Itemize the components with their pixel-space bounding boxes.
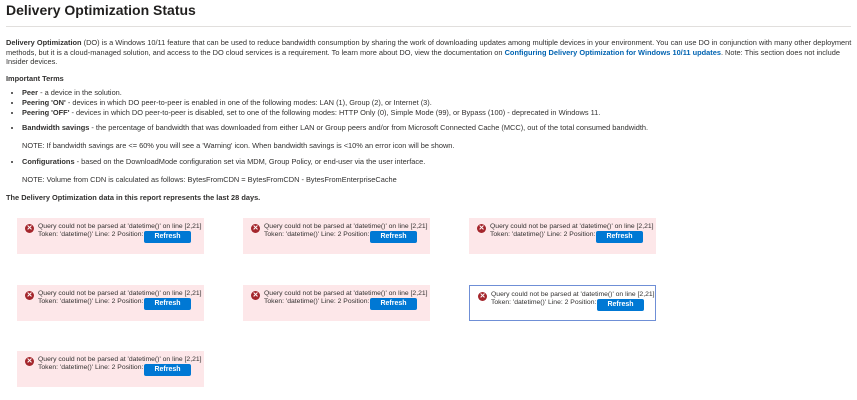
error-circle-icon: ✕ (251, 224, 260, 233)
error-token: Token: 'datetime()' Line: 2 Position: 21 (38, 364, 153, 371)
term-configurations: Configurations - based on the DownloadMo… (22, 157, 854, 167)
error-circle-icon: ✕ (478, 292, 487, 301)
error-tile-4: ✕ Query could not be parsed at 'datetime… (17, 285, 204, 321)
intro-lead: Delivery Optimization (6, 38, 82, 47)
error-circle-icon: ✕ (477, 224, 486, 233)
term-peer-label: Peer (22, 88, 39, 98)
refresh-button[interactable]: Refresh (370, 298, 417, 310)
error-message: Query could not be parsed at 'datetime()… (38, 290, 202, 297)
configurations-note: NOTE: Volume from CDN is calculated as f… (22, 174, 397, 184)
error-message: Query could not be parsed at 'datetime()… (38, 356, 202, 363)
term-peer: Peer - a device in the solution. (22, 88, 854, 98)
term-bandwidth-text: - the percentage of bandwidth that was d… (89, 123, 649, 133)
do-documentation-link[interactable]: Configuring Delivery Optimization for Wi… (505, 48, 721, 57)
refresh-button[interactable]: Refresh (597, 299, 644, 311)
term-bandwidth-savings: Bandwidth savings - the percentage of ba… (22, 123, 854, 133)
error-circle-icon: ✕ (25, 291, 34, 300)
error-message: Query could not be parsed at 'datetime()… (38, 223, 202, 230)
term-peering-off-text: - devices in which DO peer-to-peer is di… (69, 107, 601, 117)
error-message: Query could not be parsed at 'datetime()… (264, 290, 428, 297)
important-terms-heading: Important Terms (6, 73, 64, 83)
page-title: Delivery Optimization Status (6, 2, 196, 18)
error-tile-7: ✕ Query could not be parsed at 'datetime… (17, 351, 204, 387)
term-peer-text: - a device in the solution. (38, 88, 122, 98)
term-peering-off: Peering 'OFF' - devices in which DO peer… (22, 108, 854, 118)
term-peering-on-label: Peering 'ON' (22, 97, 66, 107)
refresh-button[interactable]: Refresh (144, 231, 191, 243)
error-message: Query could not be parsed at 'datetime()… (490, 223, 654, 230)
error-tile-6-selected[interactable]: ✕ Query could not be parsed at 'datetime… (469, 285, 656, 321)
refresh-button[interactable]: Refresh (144, 298, 191, 310)
terms-list-2: Bandwidth savings - the percentage of ba… (6, 123, 854, 133)
data-range-note: The Delivery Optimization data in this r… (6, 192, 261, 202)
error-token: Token: 'datetime()' Line: 2 Position: 21 (491, 299, 606, 306)
error-token: Token: 'datetime()' Line: 2 Position: 21 (264, 231, 379, 238)
error-tile-1: ✕ Query could not be parsed at 'datetime… (17, 218, 204, 254)
title-divider (6, 26, 851, 27)
error-circle-icon: ✕ (251, 291, 260, 300)
term-peering-off-label: Peering 'OFF' (22, 107, 70, 117)
intro-paragraph: Delivery Optimization (DO) is a Windows … (6, 38, 854, 67)
error-tile-2: ✕ Query could not be parsed at 'datetime… (243, 218, 430, 254)
term-configurations-text: - based on the DownloadMode configuratio… (74, 157, 426, 167)
term-peering-on: Peering 'ON' - devices in which DO peer-… (22, 98, 854, 108)
term-configurations-label: Configurations (22, 157, 75, 167)
refresh-button[interactable]: Refresh (596, 231, 643, 243)
refresh-button[interactable]: Refresh (144, 364, 191, 376)
term-bandwidth-label: Bandwidth savings (22, 123, 90, 133)
error-token: Token: 'datetime()' Line: 2 Position: 21 (38, 298, 153, 305)
error-tile-3: ✕ Query could not be parsed at 'datetime… (469, 218, 656, 254)
error-circle-icon: ✕ (25, 357, 34, 366)
report-description: Delivery Optimization (DO) is a Windows … (6, 38, 854, 202)
bandwidth-note: NOTE: If bandwidth savings are <= 60% yo… (22, 140, 455, 150)
terms-list-3: Configurations - based on the DownloadMo… (6, 157, 854, 167)
error-token: Token: 'datetime()' Line: 2 Position: 21 (264, 298, 379, 305)
error-tile-5: ✕ Query could not be parsed at 'datetime… (243, 285, 430, 321)
error-token: Token: 'datetime()' Line: 2 Position: 21 (490, 231, 605, 238)
error-circle-icon: ✕ (25, 224, 34, 233)
error-message: Query could not be parsed at 'datetime()… (491, 291, 655, 298)
terms-list-1: Peer - a device in the solution. Peering… (6, 88, 854, 117)
term-peering-on-text: - devices in which DO peer-to-peer is en… (65, 97, 432, 107)
refresh-button[interactable]: Refresh (370, 231, 417, 243)
error-message: Query could not be parsed at 'datetime()… (264, 223, 428, 230)
error-token: Token: 'datetime()' Line: 2 Position: 21 (38, 231, 153, 238)
